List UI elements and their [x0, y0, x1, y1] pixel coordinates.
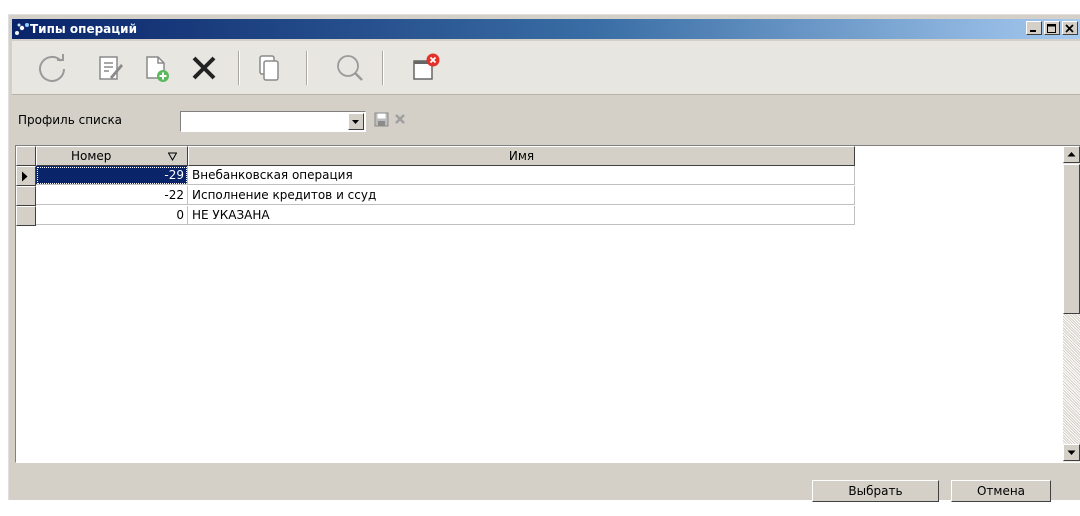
edit-button[interactable] — [94, 52, 126, 84]
minimize-icon — [1030, 30, 1036, 32]
toolbar-separator — [382, 51, 384, 85]
scrollbar-track[interactable] — [1063, 314, 1080, 444]
profile-select[interactable] — [180, 111, 366, 132]
delete-icon — [192, 56, 216, 80]
close-window-icon — [413, 53, 440, 80]
current-row-arrow-icon — [22, 171, 28, 182]
table-cell-name[interactable]: НЕ УКАЗАНА — [188, 206, 855, 225]
toolbar-separator — [238, 51, 240, 85]
clear-profile-button[interactable] — [394, 113, 406, 128]
close-window-button[interactable] — [410, 52, 442, 84]
arrow-up-icon — [1067, 152, 1076, 157]
table-cell-name[interactable]: Исполнение кредитов и ссуд — [188, 186, 855, 205]
sort-icon — [168, 152, 177, 161]
header-corner — [16, 146, 36, 166]
save-profile-button[interactable] — [374, 112, 389, 130]
scroll-up-button[interactable] — [1063, 146, 1080, 163]
table-cell-number[interactable]: -29 — [36, 166, 188, 185]
operation-types-table[interactable]: Номер Имя -29 Внебанковская операция -22… — [15, 145, 1080, 463]
edit-icon — [99, 56, 123, 80]
chevron-down-icon — [352, 120, 359, 124]
scroll-down-button[interactable] — [1063, 444, 1080, 461]
copy-icon — [259, 55, 279, 81]
copy-button[interactable] — [252, 52, 284, 84]
row-indicator[interactable] — [16, 186, 36, 206]
toolbar-separator — [306, 51, 308, 85]
clear-icon — [395, 114, 405, 124]
search-button[interactable] — [334, 52, 366, 84]
column-header-name[interactable]: Имя — [188, 146, 855, 166]
row-indicator[interactable] — [16, 206, 36, 226]
refresh-icon — [39, 54, 65, 82]
minimize-button[interactable] — [1026, 21, 1042, 35]
vertical-scrollbar[interactable] — [1063, 146, 1080, 462]
profile-label: Профиль списка — [18, 113, 123, 127]
arrow-down-icon — [1067, 450, 1076, 455]
add-button[interactable] — [140, 52, 172, 84]
close-icon — [1065, 24, 1074, 33]
table-cell-number[interactable]: 0 — [36, 206, 188, 225]
column-header-label: Имя — [508, 149, 535, 163]
table-cell-number[interactable]: -22 — [36, 186, 188, 205]
maximize-button[interactable] — [1044, 21, 1060, 35]
toolbar — [12, 41, 1080, 95]
select-button[interactable]: Выбрать — [812, 480, 939, 502]
app-icon — [14, 22, 30, 36]
window-title: Типы операций — [30, 22, 137, 36]
filter-bar: Профиль списка — [12, 103, 1080, 143]
refresh-button[interactable] — [36, 52, 68, 84]
row-indicator-current[interactable] — [16, 166, 36, 186]
column-header-number[interactable]: Номер — [36, 146, 188, 166]
title-bar[interactable]: Типы операций — [12, 19, 1080, 39]
new-document-icon — [146, 56, 169, 82]
operation-types-window: Типы операций Профиль списка Номер Имя -… — [8, 14, 1080, 502]
profile-dropdown-button[interactable] — [348, 113, 364, 130]
close-button[interactable] — [1062, 21, 1078, 35]
maximize-icon — [1047, 24, 1056, 33]
save-icon — [374, 112, 389, 127]
scrollbar-thumb[interactable] — [1063, 164, 1080, 314]
cancel-button[interactable]: Отмена — [951, 480, 1051, 502]
search-icon — [337, 55, 363, 81]
table-cell-name[interactable]: Внебанковская операция — [188, 166, 855, 185]
delete-button[interactable] — [188, 52, 220, 84]
column-header-label: Номер — [71, 149, 112, 163]
